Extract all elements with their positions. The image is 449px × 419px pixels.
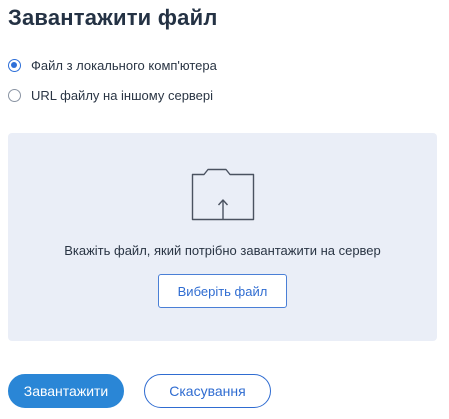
file-drop-zone[interactable]: Вкажіть файл, який потрібно завантажити … bbox=[8, 133, 437, 341]
radio-label-remote-url: URL файлу на іншому сервері bbox=[31, 88, 214, 103]
folder-upload-icon bbox=[191, 168, 255, 221]
radio-option-local-file[interactable]: Файл з локального комп'ютера bbox=[8, 58, 217, 73]
upload-button[interactable]: Завантажити bbox=[8, 374, 124, 408]
radio-button-remote-url[interactable] bbox=[8, 89, 21, 102]
radio-option-remote-url[interactable]: URL файлу на іншому сервері bbox=[8, 88, 213, 103]
radio-button-local-file[interactable] bbox=[8, 59, 21, 72]
choose-file-button[interactable]: Виберіть файл bbox=[158, 274, 287, 308]
page-title: Завантажити файл bbox=[8, 5, 218, 30]
drop-zone-instruction: Вкажіть файл, який потрібно завантажити … bbox=[64, 243, 381, 258]
radio-label-local-file: Файл з локального комп'ютера bbox=[31, 58, 217, 73]
cancel-button[interactable]: Скасування bbox=[144, 374, 271, 408]
